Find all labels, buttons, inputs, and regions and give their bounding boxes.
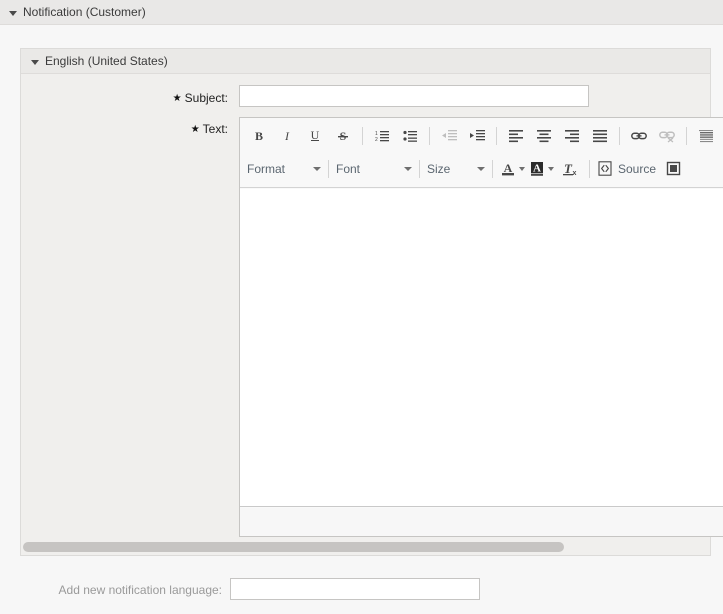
svg-text:I: I [284,129,290,143]
editor-content-area[interactable] [240,189,723,507]
size-dropdown-label: Size [427,161,451,176]
italic-icon[interactable]: I [275,125,299,147]
page-title: Notification (Customer) [23,5,146,19]
chevron-down-icon [548,166,554,171]
font-dropdown-label: Font [336,161,361,176]
remove-format-icon[interactable]: T x [558,158,582,180]
add-language-label: Add new notification language: [58,583,222,597]
numbered-list-icon[interactable]: 1 2 [370,125,394,147]
caret-down-icon[interactable] [31,60,39,65]
svg-text:A: A [533,162,541,174]
align-justify-icon[interactable] [588,125,612,147]
format-dropdown[interactable]: Format [245,158,323,180]
underline-icon[interactable]: U [303,125,327,147]
size-dropdown[interactable]: Size [425,158,487,180]
language-panel-header[interactable]: English (United States) [21,49,710,74]
align-left-icon[interactable] [504,125,528,147]
subject-label-text: Subject: [184,91,228,105]
align-right-icon[interactable] [560,125,584,147]
horizontal-scrollbar-thumb[interactable] [23,542,564,552]
toolbar-separator [496,126,497,145]
format-dropdown-label: Format [247,161,286,176]
editor-toolbar: B I U S 1 2 [240,118,723,188]
source-code-icon [598,161,612,176]
add-language-input[interactable] [230,578,480,600]
chevron-down-icon [313,166,321,171]
caret-down-icon[interactable] [9,11,17,16]
toolbar-separator [589,159,590,178]
chevron-down-icon [519,166,525,171]
text-label-text: Text: [202,122,228,136]
editor-toolbar-row-2: Format Font Size A A T x Source [240,152,723,185]
svg-text:x: x [573,170,577,177]
toolbar-separator [429,126,430,145]
increase-indent-icon[interactable] [465,125,489,147]
rich-text-editor: B I U S 1 2 [239,117,723,537]
text-label: ★ Text: [100,121,228,139]
toolbar-separator [619,126,620,145]
font-dropdown[interactable]: Font [334,158,414,180]
notification-customer-widget: Notification (Customer) English (United … [0,0,723,614]
source-button-label: Source [618,161,657,176]
editor-element-path [240,508,723,536]
language-panel-title: English (United States) [45,54,168,68]
unlink-icon[interactable] [655,125,679,147]
decrease-indent-icon[interactable] [437,125,461,147]
strikethrough-icon[interactable]: S [331,125,355,147]
editor-toolbar-row-1: B I U S 1 2 [240,119,723,152]
source-button[interactable]: Source [595,158,659,180]
subject-label: ★ Subject: [100,90,228,108]
toolbar-separator [492,159,493,178]
widget-header[interactable]: Notification (Customer) [0,0,723,25]
align-center-icon[interactable] [532,125,556,147]
link-icon[interactable] [627,125,651,147]
subject-input[interactable] [239,85,589,107]
chevron-down-icon [404,166,412,171]
background-color-icon[interactable]: A [529,158,554,180]
bulleted-list-icon[interactable] [398,125,422,147]
toolbar-separator [362,126,363,145]
toolbar-separator [686,126,687,145]
required-star-icon: ★ [172,93,182,104]
toolbar-separator [328,159,329,178]
chevron-down-icon [477,166,485,171]
svg-text:2: 2 [375,137,378,143]
bold-icon[interactable]: B [247,125,271,147]
required-star-icon: ★ [190,124,200,135]
maximize-icon[interactable] [661,158,685,180]
text-color-icon[interactable]: A [500,158,525,180]
toolbar-separator [419,159,420,178]
horizontal-scrollbar-track[interactable] [22,540,709,554]
svg-text:A: A [504,161,513,175]
blockquote-icon[interactable] [694,125,718,147]
svg-text:B: B [255,129,263,143]
